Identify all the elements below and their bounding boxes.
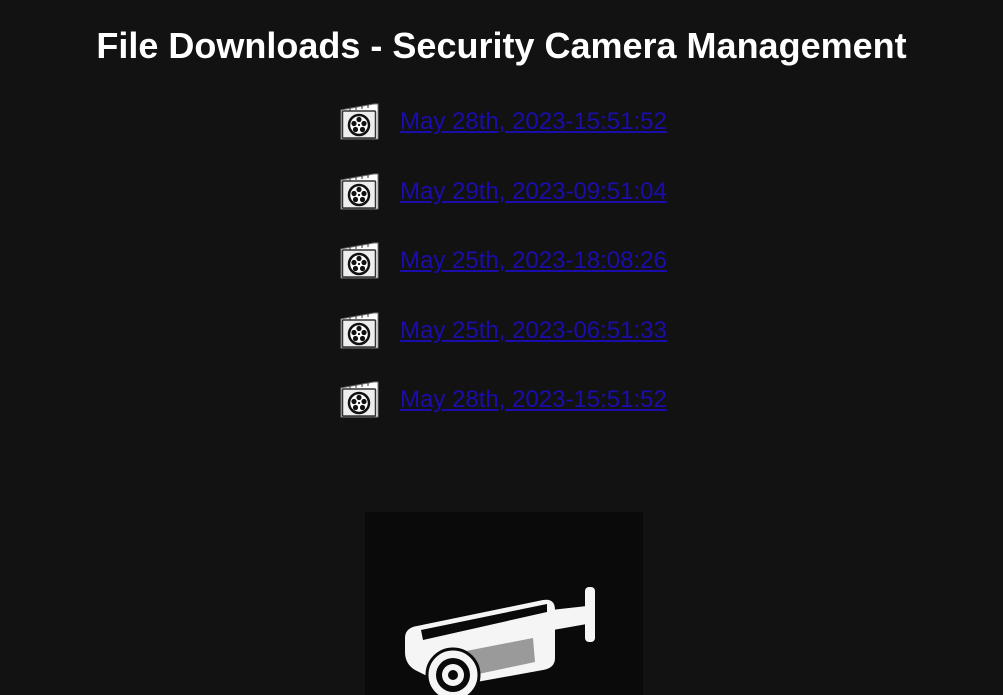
list-item: May 29th, 2023-09:51:04 (338, 170, 667, 214)
file-download-link[interactable]: May 28th, 2023-15:51:52 (400, 107, 667, 137)
file-download-link[interactable]: May 29th, 2023-09:51:04 (400, 177, 667, 207)
file-download-link[interactable]: May 25th, 2023-18:08:26 (400, 246, 667, 276)
list-item: May 28th, 2023-15:51:52 (338, 100, 667, 144)
camera-hero-image (365, 512, 643, 695)
video-file-icon (338, 101, 380, 143)
list-item: May 25th, 2023-18:08:26 (338, 239, 667, 283)
video-file-icon (338, 240, 380, 282)
file-download-link[interactable]: May 28th, 2023-15:51:52 (400, 385, 667, 415)
video-file-icon (338, 310, 380, 352)
file-list: May 28th, 2023-15:51:52 May 29th, 2023-0… (338, 100, 667, 448)
list-item: May 28th, 2023-15:51:52 (338, 378, 667, 422)
page: File Downloads - Security Camera Managem… (0, 0, 1003, 695)
page-title: File Downloads - Security Camera Managem… (96, 25, 907, 66)
file-download-link[interactable]: May 25th, 2023-06:51:33 (400, 316, 667, 346)
list-item: May 25th, 2023-06:51:33 (338, 309, 667, 353)
security-camera-icon (405, 587, 595, 695)
video-file-icon (338, 379, 380, 421)
video-file-icon (338, 171, 380, 213)
